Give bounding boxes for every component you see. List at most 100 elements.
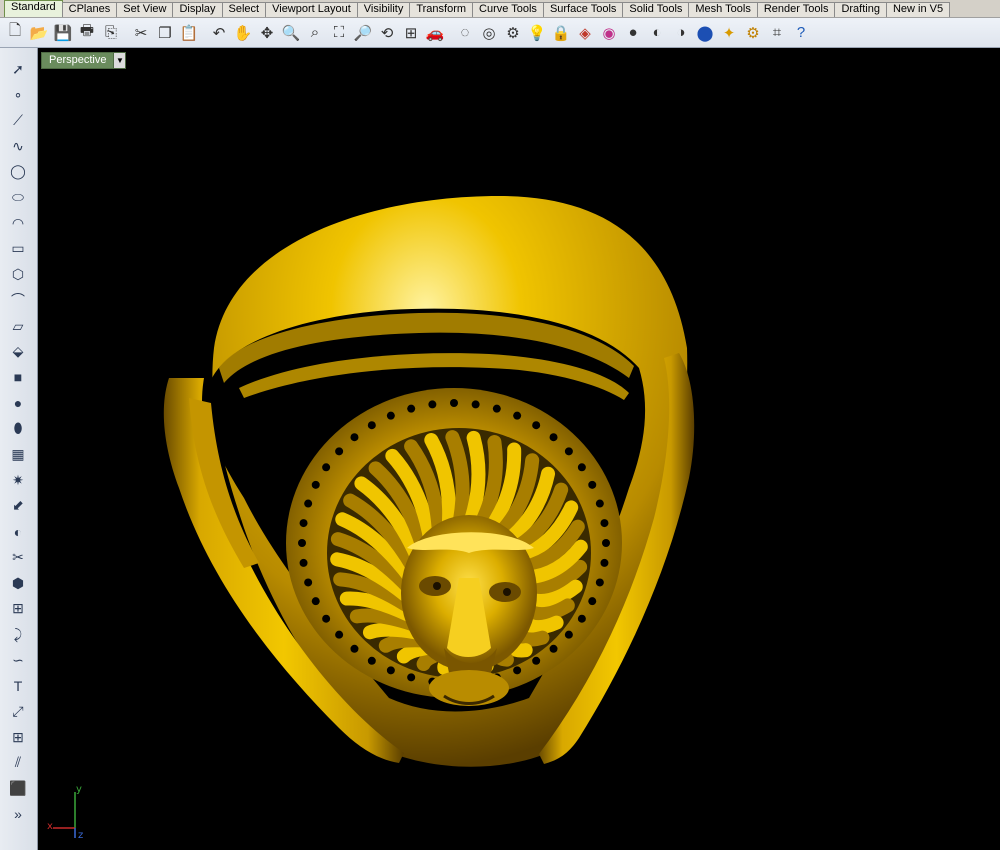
viewport-dropdown-icon[interactable]: ▼ — [113, 53, 126, 68]
new-file-icon[interactable]: 🗋 — [4, 21, 26, 45]
pan-hand-icon[interactable]: ✋ — [232, 21, 254, 45]
bezel-hole — [600, 519, 609, 528]
bezel-hole — [311, 480, 320, 489]
bezel-hole — [350, 644, 359, 653]
transform-icon[interactable]: ⬋ — [6, 495, 30, 517]
point-icon[interactable]: ∘ — [6, 84, 30, 106]
extrude-icon[interactable]: ⬙ — [6, 341, 30, 363]
bezel-hole — [602, 539, 610, 547]
zoom-selected-icon[interactable]: 🔎 — [352, 21, 374, 45]
surface-icon[interactable]: ▱ — [6, 315, 30, 337]
color-wheel-icon[interactable]: ◉ — [598, 21, 620, 45]
cylinder-icon[interactable]: ⬮ — [6, 418, 30, 440]
sphere-icon[interactable]: ● — [6, 392, 30, 414]
help-icon[interactable]: ? — [790, 21, 812, 45]
tab-cplanes[interactable]: CPlanes — [61, 2, 118, 17]
show-objects-icon[interactable]: ◎ — [478, 21, 500, 45]
paste-icon[interactable]: 📋 — [178, 21, 200, 45]
undo-icon[interactable]: ↶ — [208, 21, 230, 45]
viewport-title[interactable]: Perspective ▼ — [41, 52, 127, 69]
tab-drafting[interactable]: Drafting — [834, 2, 887, 17]
split-icon[interactable]: ✂ — [6, 546, 30, 568]
union-icon[interactable]: ⬢ — [6, 572, 30, 594]
text-icon[interactable]: T — [6, 675, 30, 697]
scale-icon[interactable]: ⤢ — [6, 701, 30, 723]
tab-new-in-v5[interactable]: New in V5 — [885, 2, 951, 17]
bezel-hole — [407, 673, 416, 682]
bezel-hole — [549, 433, 558, 442]
tab-render-tools[interactable]: Render Tools — [756, 2, 836, 17]
box-icon[interactable]: ■ — [6, 366, 30, 388]
lock-icon[interactable]: 🔒 — [550, 21, 572, 45]
rectangle-icon[interactable]: ▭ — [6, 238, 30, 260]
dimension-icon[interactable]: ⌗ — [766, 21, 788, 45]
bezel-hole — [564, 630, 573, 639]
zoom-extents-icon[interactable]: ⛶ — [328, 21, 350, 45]
arc-icon[interactable]: ◠ — [6, 212, 30, 234]
bezel-hole — [367, 656, 376, 665]
four-viewports-icon[interactable]: ⊞ — [400, 21, 422, 45]
gear-settings-icon[interactable]: ⚙ — [742, 21, 764, 45]
open-folder-icon[interactable]: 📂 — [28, 21, 50, 45]
zoom-window-icon[interactable]: ⌕ — [304, 21, 326, 45]
bezel-hole — [335, 447, 344, 456]
lock-objects-icon[interactable]: ⚙ — [502, 21, 524, 45]
boolean-icon[interactable]: ◐ — [6, 521, 30, 543]
bezel-hole — [386, 666, 395, 675]
bezel-hole — [577, 463, 586, 472]
bezel-hole — [577, 614, 586, 623]
blue-sphere-icon[interactable]: ⬤ — [694, 21, 716, 45]
hide-objects-icon[interactable]: ◌ — [454, 21, 476, 45]
block-icon[interactable]: ⬛ — [6, 778, 30, 800]
tab-visibility[interactable]: Visibility — [356, 2, 411, 17]
polyline-icon[interactable]: ⟋ — [6, 109, 30, 131]
save-icon[interactable]: 💾 — [52, 21, 74, 45]
car-options-icon[interactable]: 🚗 — [424, 21, 446, 45]
perspective-viewport[interactable]: Perspective ▼ y x z — [39, 48, 1000, 850]
bezel-hole — [588, 480, 597, 489]
select-arrow-icon[interactable]: ➚ — [6, 58, 30, 80]
tab-curve-tools[interactable]: Curve Tools — [472, 2, 544, 17]
tab-standard[interactable]: Standard — [4, 0, 63, 17]
import-icon[interactable]: ⎘ — [100, 21, 122, 45]
ellipse-icon[interactable]: ⬭ — [6, 187, 30, 209]
tab-viewport-layout[interactable]: Viewport Layout — [265, 2, 358, 17]
shaded-sphere-icon[interactable]: ◐ — [646, 21, 668, 45]
tab-display[interactable]: Display — [172, 2, 223, 17]
standard-toolbar: 🗋 📂 💾 🖶 ⎘ ✂ ❐ 📋 ↶ ✋ ✥ 🔍 ⌕ ⛶ 🔎 ⟲ ⊞ 🚗 ◌ ◎ ⚙ 💡 🔒 ◈ ◉ ● ◐ ◑ ⬤ ✦ ⚙ ⌗? — [0, 18, 1000, 48]
bezel-hole — [322, 614, 331, 623]
print-icon[interactable]: 🖶 — [76, 21, 98, 45]
rotate-view-icon[interactable]: ✥ — [256, 21, 278, 45]
copy-icon[interactable]: ❐ — [154, 21, 176, 45]
render-sphere-icon[interactable]: ● — [622, 21, 644, 45]
tab-surface-tools[interactable]: Surface Tools — [542, 2, 624, 17]
group-icon[interactable]: ⊞ — [6, 598, 30, 620]
bezel-hole — [492, 404, 501, 413]
cut-icon[interactable]: ✂ — [130, 21, 152, 45]
tab-transform[interactable]: Transform — [409, 2, 474, 17]
zoom-icon[interactable]: 🔍 — [280, 21, 302, 45]
undo-view-icon[interactable]: ⟲ — [376, 21, 398, 45]
tab-set-view[interactable]: Set View — [116, 2, 174, 17]
polygon-icon[interactable]: ⬡ — [6, 264, 30, 286]
fillet-icon[interactable]: ⌒ — [6, 289, 30, 311]
tab-mesh-tools[interactable]: Mesh Tools — [688, 2, 758, 17]
render-light-icon[interactable]: ✦ — [718, 21, 740, 45]
explode-icon[interactable]: ✷ — [6, 469, 30, 491]
mirror-icon[interactable]: ⫽ — [6, 752, 30, 774]
circle-icon[interactable]: ◯ — [6, 161, 30, 183]
rendered-sphere-icon[interactable]: ◑ — [670, 21, 692, 45]
curve-icon[interactable]: ∿ — [6, 135, 30, 157]
viewport-name[interactable]: Perspective — [42, 53, 114, 68]
more-tools-icon[interactable]: » — [6, 803, 30, 825]
bend-icon[interactable]: ⤸ — [6, 623, 30, 645]
bezel-hole — [299, 558, 308, 567]
layer-icon[interactable]: ◈ — [574, 21, 596, 45]
tab-select[interactable]: Select — [221, 2, 267, 17]
twist-icon[interactable]: ∽ — [6, 649, 30, 671]
tab-solid-tools[interactable]: Solid Tools — [622, 2, 690, 17]
array-icon[interactable]: ⊞ — [6, 726, 30, 748]
axis-z-label: z — [78, 830, 84, 841]
mesh-icon[interactable]: ▦ — [6, 444, 30, 466]
light-bulb-icon[interactable]: 💡 — [526, 21, 548, 45]
